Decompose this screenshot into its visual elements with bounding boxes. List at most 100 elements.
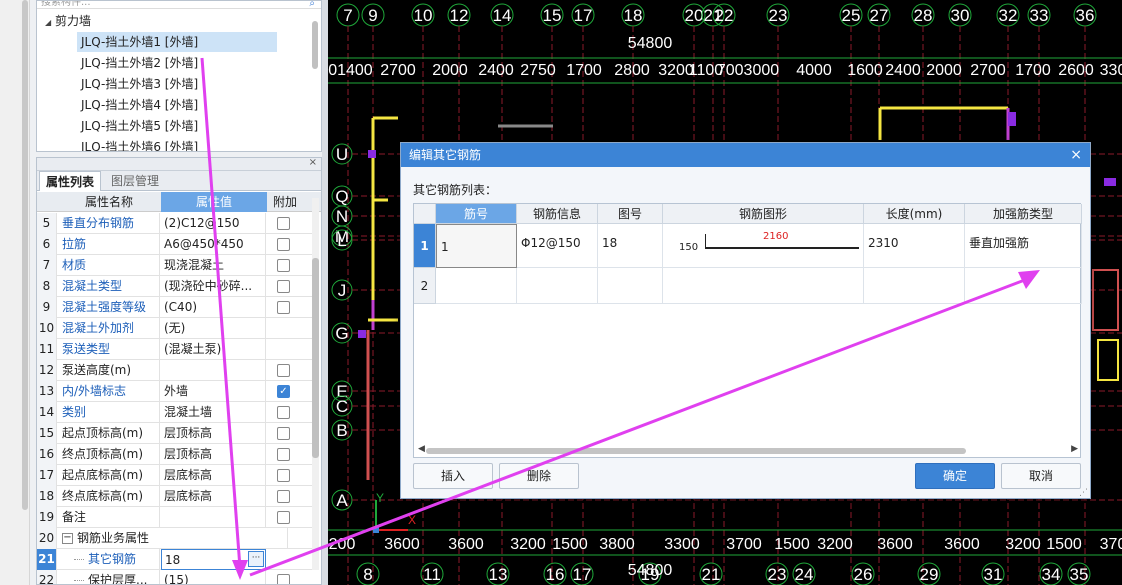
col-length[interactable]: 长度(mm)	[864, 204, 965, 224]
tree-group-shear-wall[interactable]: ◢ 剪力墙	[45, 11, 91, 31]
property-value[interactable]: 现浇混凝土	[161, 255, 266, 276]
row-number[interactable]: 1	[414, 224, 436, 268]
property-row[interactable]: 22 保护层厚... (15)	[37, 570, 312, 584]
cell-figure-no[interactable]: 18	[598, 224, 663, 268]
property-value[interactable]: (2)C12@150	[161, 213, 266, 234]
property-row[interactable]: 8 混凝土类型 (现浇砼中砂碎...	[37, 276, 312, 297]
delete-button[interactable]: 删除	[499, 463, 579, 489]
extra-checkbox[interactable]	[277, 511, 290, 524]
left-scrollbar[interactable]	[22, 0, 28, 510]
property-value[interactable]: 外墙	[161, 381, 266, 402]
tree-item-1[interactable]: JLQ-挡土外墙1 [外墙]	[77, 32, 277, 52]
bottom-dimension: 200	[329, 536, 356, 553]
cell-rebar-shape[interactable]	[663, 268, 864, 304]
property-value[interactable]: 层底标高	[161, 486, 266, 507]
cell-rebar-shape[interactable]: 150 2160	[663, 224, 864, 268]
property-row[interactable]: 11 泵送类型 (混凝土泵)	[37, 339, 312, 360]
property-row[interactable]: 15 起点顶标高(m) 层顶标高	[37, 423, 312, 444]
property-scrollbar[interactable]	[312, 198, 319, 570]
extra-checkbox[interactable]	[277, 217, 290, 230]
property-row[interactable]: 13 内/外墙标志 外墙 ✓	[37, 381, 312, 402]
cell-reinforce-type[interactable]: 垂直加强筋	[965, 224, 1082, 268]
property-value[interactable]: A6@450*450	[161, 234, 266, 255]
property-row[interactable]: 16 终点顶标高(m) 层顶标高	[37, 444, 312, 465]
property-row[interactable]: 10 混凝土外加剂 (无)	[37, 318, 312, 339]
property-row[interactable]: 14 类别 混凝土墙	[37, 402, 312, 423]
cell-length[interactable]	[864, 268, 965, 304]
property-value[interactable]: 混凝土墙	[161, 402, 266, 423]
grid-horizontal-scrollbar[interactable]: ◀ ▶	[418, 444, 1078, 455]
extra-checkbox[interactable]	[277, 427, 290, 440]
property-row[interactable]: 6 拉筋 A6@450*450	[37, 234, 312, 255]
row-number[interactable]: 2	[414, 268, 436, 304]
col-figure-no[interactable]: 图号	[598, 204, 663, 224]
tree-item-2[interactable]: JLQ-挡土外墙2 [外墙]	[81, 53, 198, 73]
row-index: 6	[37, 234, 57, 255]
resize-grip-icon[interactable]: ⋰	[1079, 488, 1088, 498]
insert-button[interactable]: 插入	[413, 463, 493, 489]
extra-checkbox[interactable]	[277, 301, 290, 314]
extra-checkbox[interactable]	[277, 259, 290, 272]
extra-checkbox[interactable]	[277, 574, 290, 584]
cell-bar-no[interactable]: 1	[436, 224, 517, 268]
property-row[interactable]: 9 混凝土强度等级 (C40)	[37, 297, 312, 318]
cell-rebar-info[interactable]	[517, 268, 598, 304]
property-value[interactable]: (现浇砼中砂碎...	[161, 276, 266, 297]
extra-checkbox[interactable]	[277, 406, 290, 419]
cell-rebar-info[interactable]: Φ12@150	[517, 224, 598, 268]
collapse-toggle-icon[interactable]: −	[62, 533, 73, 544]
tree-search-input[interactable]: 搜索构件...	[37, 1, 321, 9]
row-index: 5	[37, 213, 57, 234]
property-row[interactable]: 12 泵送高度(m)	[37, 360, 312, 381]
dialog-close-icon[interactable]: ×	[1070, 143, 1082, 167]
property-name: 终点顶标高(m)	[58, 444, 160, 465]
property-value[interactable]	[161, 507, 266, 528]
property-value[interactable]: 层顶标高	[161, 444, 266, 465]
property-row[interactable]: 19 备注	[37, 507, 312, 528]
tree-item-3[interactable]: JLQ-挡土外墙3 [外墙]	[81, 74, 198, 94]
property-row[interactable]: 7 材质 现浇混凝土	[37, 255, 312, 276]
extra-checkbox[interactable]: ✓	[277, 385, 290, 398]
property-value[interactable]: (C40)	[161, 297, 266, 318]
close-icon[interactable]: ×	[309, 158, 317, 168]
tree-item-6[interactable]: JLQ-挡土外墙6 [外墙]	[81, 137, 198, 151]
property-value[interactable]: (无)	[161, 318, 266, 339]
scroll-right-icon[interactable]: ▶	[1071, 444, 1078, 454]
cell-figure-no[interactable]	[598, 268, 663, 304]
edit-ellipsis-button[interactable]: ···	[248, 551, 264, 567]
col-rebar-shape[interactable]: 钢筋图形	[663, 204, 864, 224]
tree-scrollbar[interactable]	[312, 21, 318, 69]
property-name: 内/外墙标志	[58, 381, 160, 402]
property-row[interactable]: 21 其它钢筋 18 ···	[37, 549, 312, 570]
property-row[interactable]: 20− 钢筋业务属性	[37, 528, 312, 549]
extra-checkbox[interactable]	[277, 469, 290, 482]
extra-checkbox[interactable]	[277, 364, 290, 377]
ok-button[interactable]: 确定	[915, 463, 995, 489]
extra-checkbox[interactable]	[277, 448, 290, 461]
cell-bar-no[interactable]	[436, 268, 517, 304]
property-value[interactable]: (15)	[161, 570, 266, 584]
col-reinforce-type[interactable]: 加强筋类型	[965, 204, 1082, 224]
search-icon[interactable]: ⌕	[309, 1, 315, 9]
cell-reinforce-type[interactable]	[965, 268, 1082, 304]
property-row[interactable]: 5 垂直分布钢筋 (2)C12@150	[37, 213, 312, 234]
cell-length[interactable]: 2310	[864, 224, 965, 268]
property-value[interactable]: (混凝土泵)	[161, 339, 266, 360]
tab-layer-management[interactable]: 图层管理	[105, 171, 165, 191]
property-row[interactable]: 17 起点底标高(m) 层底标高	[37, 465, 312, 486]
property-value[interactable]: 层底标高	[161, 465, 266, 486]
cancel-button[interactable]: 取消	[1001, 463, 1081, 489]
property-value[interactable]	[161, 360, 266, 381]
property-value[interactable]: 层顶标高	[161, 423, 266, 444]
col-rebar-info[interactable]: 钢筋信息	[517, 204, 598, 224]
extra-checkbox[interactable]	[277, 238, 290, 251]
tree-item-4[interactable]: JLQ-挡土外墙4 [外墙]	[81, 95, 198, 115]
extra-checkbox[interactable]	[277, 490, 290, 503]
tree-item-5[interactable]: JLQ-挡土外墙5 [外墙]	[81, 116, 198, 136]
tab-property-list[interactable]: 属性列表	[39, 171, 102, 191]
collapse-triangle-icon[interactable]: ◢	[45, 18, 51, 27]
extra-checkbox[interactable]	[277, 280, 290, 293]
col-bar-no[interactable]: 筋号	[436, 204, 517, 224]
property-row[interactable]: 18 终点底标高(m) 层底标高	[37, 486, 312, 507]
scroll-left-icon[interactable]: ◀	[418, 444, 425, 454]
